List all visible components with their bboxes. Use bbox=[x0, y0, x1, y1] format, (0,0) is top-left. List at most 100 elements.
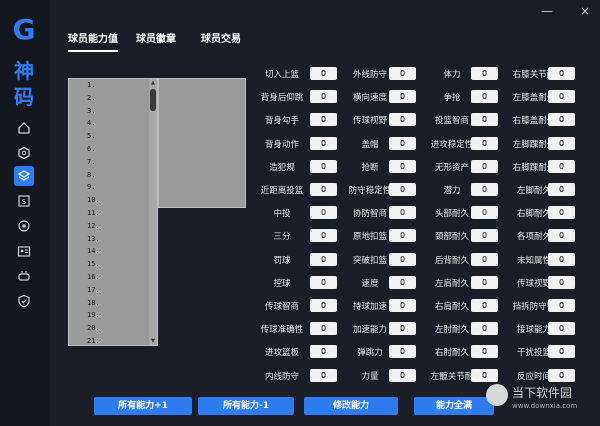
stat-value-input[interactable]: 0 bbox=[310, 345, 337, 359]
stat-value-input[interactable]: 0 bbox=[471, 252, 498, 266]
stat-value-input[interactable]: 0 bbox=[310, 90, 337, 104]
stat-value-input[interactable]: 0 bbox=[389, 67, 416, 80]
stat-value-input[interactable]: 0 bbox=[471, 322, 498, 336]
stat-value-input[interactable]: 0 bbox=[471, 113, 498, 127]
list-item[interactable]: 21. bbox=[69, 335, 157, 345]
scroll-down-arrow-icon[interactable]: ▼ bbox=[149, 337, 157, 345]
stat-value-input[interactable]: 0 bbox=[310, 275, 337, 289]
list-item[interactable]: 8. bbox=[69, 169, 157, 182]
stat-value-input[interactable]: 0 bbox=[548, 368, 575, 382]
stat-value-input[interactable]: 0 bbox=[471, 275, 498, 289]
list-item[interactable]: 11. bbox=[69, 207, 157, 220]
stat-value-input[interactable]: 0 bbox=[548, 113, 575, 127]
stat-value-input[interactable]: 0 bbox=[471, 229, 498, 243]
stat-value-input[interactable]: 0 bbox=[548, 206, 575, 220]
stat-value-input[interactable]: 0 bbox=[471, 206, 498, 220]
stat-value-input[interactable]: 0 bbox=[389, 136, 416, 150]
id-card-icon[interactable] bbox=[14, 241, 34, 261]
all-abilities-plus-button[interactable]: 所有能力+1 bbox=[94, 397, 192, 415]
stat-value-input[interactable]: 0 bbox=[471, 299, 498, 312]
stat-value-input[interactable]: 0 bbox=[548, 252, 575, 266]
stat-value-input[interactable]: 0 bbox=[389, 322, 416, 336]
stat-value-input[interactable]: 0 bbox=[389, 183, 416, 196]
layers-icon[interactable] bbox=[14, 166, 34, 186]
modify-ability-button[interactable]: 修改能力 bbox=[304, 397, 398, 415]
stat-value-input[interactable]: 0 bbox=[310, 229, 337, 243]
stat-value-input[interactable]: 0 bbox=[471, 368, 498, 382]
stat-value-input[interactable]: 0 bbox=[548, 67, 575, 80]
scroll-up-arrow-icon[interactable]: ▲ bbox=[149, 79, 157, 87]
stat-value-input[interactable]: 0 bbox=[310, 136, 337, 150]
tab-player-badge[interactable]: 球员徽章 bbox=[136, 30, 176, 45]
stat-value-input[interactable]: 0 bbox=[310, 113, 337, 127]
list-item[interactable]: 14. bbox=[69, 245, 157, 258]
stat-value-input[interactable]: 0 bbox=[389, 345, 416, 359]
stat-value-input[interactable]: 0 bbox=[548, 345, 575, 359]
stat-value-input[interactable]: 0 bbox=[310, 322, 337, 336]
list-item[interactable]: 12. bbox=[69, 220, 157, 233]
stat-value-input[interactable]: 0 bbox=[310, 368, 337, 382]
stat-value-input[interactable]: 0 bbox=[310, 183, 337, 196]
list-item[interactable]: 1. bbox=[69, 79, 157, 92]
list-item[interactable]: 16. bbox=[69, 271, 157, 284]
list-item[interactable]: 5. bbox=[69, 130, 157, 143]
list-scrollbar[interactable]: ▲ ▼ bbox=[149, 79, 157, 345]
stat-value-input[interactable]: 0 bbox=[389, 299, 416, 312]
stat-value-input[interactable]: 0 bbox=[548, 299, 575, 312]
stat-value-input[interactable]: 0 bbox=[471, 159, 498, 173]
list-item[interactable]: 17. bbox=[69, 284, 157, 297]
list-item[interactable]: 20. bbox=[69, 322, 157, 335]
list-item[interactable]: 19. bbox=[69, 309, 157, 322]
tab-player-trade[interactable]: 球员交易 bbox=[201, 30, 241, 45]
stat-value-input[interactable]: 0 bbox=[471, 90, 498, 104]
stat-value-input[interactable]: 0 bbox=[389, 90, 416, 104]
stat-value-input[interactable]: 0 bbox=[389, 252, 416, 266]
player-list[interactable]: 1. 2. 3. 4. 5. 6. 7. 8. 9. 10. 11. 12. 13. 14. 15. 16. 1… bbox=[68, 78, 158, 346]
stat-value-input[interactable]: 0 bbox=[389, 275, 416, 289]
tab-player-ability[interactable]: 球员能力值 bbox=[68, 30, 118, 52]
gamepad-icon[interactable] bbox=[14, 266, 34, 286]
minimize-button[interactable]: — bbox=[540, 4, 554, 18]
all-abilities-minus-button[interactable]: 所有能力-1 bbox=[198, 397, 294, 415]
shield-check-icon[interactable] bbox=[14, 291, 34, 311]
stat-value-input[interactable]: 0 bbox=[389, 229, 416, 243]
list-item[interactable]: 13. bbox=[69, 233, 157, 246]
stat-value-input[interactable]: 0 bbox=[310, 299, 337, 312]
stat-value-input[interactable]: 0 bbox=[310, 159, 337, 173]
home-icon[interactable] bbox=[14, 118, 34, 138]
stat-value-input[interactable]: 0 bbox=[471, 345, 498, 359]
list-item[interactable]: 10. bbox=[69, 194, 157, 207]
stat-value-input[interactable]: 0 bbox=[548, 322, 575, 336]
list-item[interactable]: 4. bbox=[69, 117, 157, 130]
list-item[interactable]: 15. bbox=[69, 258, 157, 271]
stat-value-input[interactable]: 0 bbox=[310, 252, 337, 266]
stat-value-input[interactable]: 0 bbox=[471, 183, 498, 196]
stat-value-input[interactable]: 0 bbox=[389, 159, 416, 173]
max-all-abilities-button[interactable]: 能力全满 bbox=[414, 397, 494, 415]
list-item[interactable]: 6. bbox=[69, 143, 157, 156]
stat-value-input[interactable]: 0 bbox=[548, 229, 575, 243]
circle-gear-icon[interactable] bbox=[14, 216, 34, 236]
list-item[interactable]: 18. bbox=[69, 297, 157, 310]
stat-value-input[interactable]: 0 bbox=[389, 113, 416, 127]
list-item[interactable]: 3. bbox=[69, 105, 157, 118]
stat-value-input[interactable]: 0 bbox=[389, 206, 416, 220]
stat-value-input[interactable]: 0 bbox=[548, 136, 575, 150]
stat-value-input[interactable]: 0 bbox=[548, 90, 575, 104]
stat-value-input[interactable]: 0 bbox=[310, 206, 337, 220]
s-square-icon[interactable]: S bbox=[14, 191, 34, 211]
list-item[interactable]: 2. bbox=[69, 92, 157, 105]
list-item[interactable]: 7. bbox=[69, 156, 157, 169]
stat-value-input[interactable]: 0 bbox=[548, 183, 575, 196]
stat-value-input[interactable]: 0 bbox=[471, 67, 498, 80]
close-button[interactable]: × bbox=[578, 4, 592, 18]
hexagon-icon[interactable] bbox=[14, 143, 34, 163]
stat-value-input[interactable]: 0 bbox=[471, 136, 498, 150]
scroll-thumb[interactable] bbox=[150, 89, 156, 111]
svg-text:S: S bbox=[22, 198, 27, 206]
stat-value-input[interactable]: 0 bbox=[310, 67, 337, 80]
list-item[interactable]: 9. bbox=[69, 181, 157, 194]
stat-value-input[interactable]: 0 bbox=[389, 368, 416, 382]
stat-value-input[interactable]: 0 bbox=[548, 275, 575, 289]
stat-value-input[interactable]: 0 bbox=[548, 159, 575, 173]
